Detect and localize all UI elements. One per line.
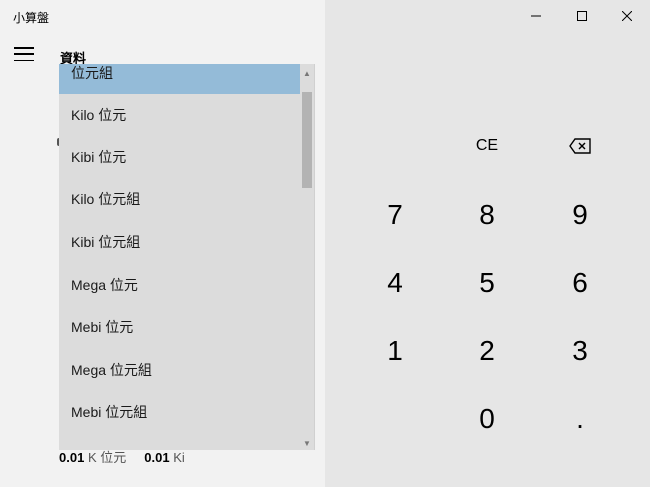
related-unit-2: Ki <box>173 450 185 465</box>
digit-4-button[interactable]: 4 <box>349 249 441 317</box>
related-unit-1: K 位元 <box>87 450 127 465</box>
minimize-button[interactable] <box>513 0 559 32</box>
dropdown-item[interactable]: Kibi 位元組 <box>59 221 301 263</box>
digit-2-button[interactable]: 2 <box>441 317 533 385</box>
scroll-up-icon[interactable]: ▲ <box>300 66 314 80</box>
backspace-icon <box>569 138 591 154</box>
scroll-down-icon[interactable]: ▼ <box>300 436 314 450</box>
dropdown-item[interactable]: Mega 位元 <box>59 264 301 306</box>
dropdown-scrollbar[interactable]: ▲ ▼ <box>300 64 314 450</box>
dropdown-item[interactable]: Mega 位元組 <box>59 349 301 391</box>
dropdown-item[interactable]: Mebi 位元組 <box>59 391 301 433</box>
minimize-icon <box>531 15 541 17</box>
digit-8-button[interactable]: 8 <box>441 181 533 249</box>
left-pane: 小算盤 資料 位元組 Kilo 位元 Kibi 位元 Kilo 位元組 Kibi… <box>0 0 325 487</box>
close-icon <box>622 11 632 21</box>
unit-dropdown-list[interactable]: 位元組 Kilo 位元 Kibi 位元 Kilo 位元組 Kibi 位元組 Me… <box>59 64 315 450</box>
app-title: 小算盤 <box>13 11 50 25</box>
digit-0-button[interactable]: 0 <box>441 385 533 453</box>
clear-entry-button[interactable]: CE <box>441 112 533 180</box>
scroll-thumb[interactable] <box>302 92 312 188</box>
dropdown-item[interactable]: Mebi 位元 <box>59 306 301 348</box>
digit-5-button[interactable]: 5 <box>441 249 533 317</box>
dropdown-item[interactable]: Kilo 位元 <box>59 94 301 136</box>
digit-1-button[interactable]: 1 <box>349 317 441 385</box>
related-value-1: 0.01 <box>59 450 85 465</box>
dropdown-item[interactable]: Kilo 位元組 <box>59 178 301 220</box>
related-values: 0.01 K 位元 0.01 Ki <box>59 447 185 466</box>
dropdown-item[interactable]: Kibi 位元 <box>59 136 301 178</box>
backspace-button[interactable] <box>534 112 626 180</box>
maximize-icon <box>577 11 587 21</box>
dropdown-item-selected[interactable]: 位元組 <box>59 64 301 94</box>
digit-3-button[interactable]: 3 <box>534 317 626 385</box>
digit-9-button[interactable]: 9 <box>534 181 626 249</box>
maximize-button[interactable] <box>559 0 605 32</box>
digit-6-button[interactable]: 6 <box>534 249 626 317</box>
hamburger-menu-icon[interactable] <box>14 47 34 61</box>
digit-7-button[interactable]: 7 <box>349 181 441 249</box>
close-button[interactable] <box>604 0 650 32</box>
decimal-button[interactable]: . <box>534 385 626 453</box>
related-value-2: 0.01 <box>144 450 170 465</box>
